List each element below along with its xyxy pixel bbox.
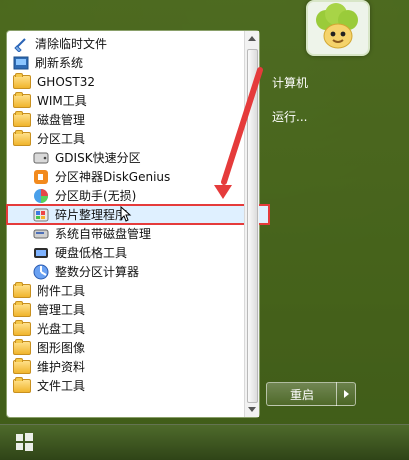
menu-item-label: 文件工具 [37, 379, 86, 393]
menu-item-wim-tools[interactable]: WIM工具 [7, 91, 249, 110]
menu-item-admin-tools[interactable]: 管理工具 [7, 300, 249, 319]
menu-item-low-format[interactable]: 硬盘低格工具 [7, 243, 269, 262]
folder-icon [13, 72, 31, 89]
menu-item-label: 光盘工具 [37, 322, 86, 336]
menu-item-disk-management-folder[interactable]: 磁盘管理 [7, 110, 249, 129]
menu-item-label: 分区助手(无损) [55, 189, 137, 203]
menu-item-graphics[interactable]: 图形图像 [7, 338, 249, 357]
menu-item-partition-assistant[interactable]: 分区助手(无损) [7, 186, 269, 205]
folder-icon [13, 129, 31, 146]
broom-icon [13, 36, 29, 53]
programs-list: 清除临时文件 刷新系统 GHOST32 WIM工具 磁盘管理 分区工具 GDIS… [6, 31, 270, 417]
folder-icon [13, 319, 31, 336]
folder-icon [13, 281, 31, 298]
menu-item-partition-tools[interactable]: 分区工具 [7, 129, 249, 148]
menu-item-label: 图形图像 [37, 341, 86, 355]
user-avatar[interactable] [306, 0, 370, 56]
menu-item-label: 分区工具 [37, 132, 86, 146]
scroll-up-icon[interactable] [248, 36, 256, 41]
right-menu-item-computer[interactable]: 计算机 [272, 74, 308, 91]
menu-item-maintenance-docs[interactable]: 维护资料 [7, 357, 249, 376]
right-menu-label: 运行... [272, 110, 308, 124]
low-format-icon [33, 245, 49, 261]
arrow-right-icon [343, 390, 349, 398]
folder-icon [13, 338, 31, 355]
refresh-icon [13, 55, 29, 71]
menu-item-label: 整数分区计算器 [55, 265, 140, 279]
menu-item-ghost32[interactable]: GHOST32 [7, 72, 249, 91]
menu-item-label: GHOST32 [37, 74, 95, 89]
menu-item-label: 分区神器DiskGenius [55, 170, 171, 184]
scroll-down-icon[interactable] [248, 407, 256, 412]
taskbar [0, 424, 409, 460]
menu-item-cd-tools[interactable]: 光盘工具 [7, 319, 249, 338]
menu-item-label: 清除临时文件 [35, 37, 108, 51]
menu-item-label: 附件工具 [37, 284, 86, 298]
menu-item-gdisk[interactable]: GDISK快速分区 [7, 148, 269, 167]
scrollbar-thumb[interactable] [247, 49, 258, 403]
menu-item-label: 磁盘管理 [37, 113, 86, 127]
diskgenius-icon [33, 169, 49, 185]
menu-item-label: 管理工具 [37, 303, 86, 317]
menu-item-accessories[interactable]: 附件工具 [7, 281, 249, 300]
menu-item-defrag[interactable]: 碎片整理程序 [6, 204, 270, 225]
menu-item-clear-temp[interactable]: 清除临时文件 [7, 34, 249, 53]
calculator-icon [33, 264, 49, 280]
menu-item-label: 碎片整理程序 [55, 208, 128, 222]
right-menu-item-run[interactable]: 运行... [272, 108, 307, 125]
start-menu: 清除临时文件 刷新系统 GHOST32 WIM工具 磁盘管理 分区工具 GDIS… [0, 0, 409, 424]
restart-button[interactable]: 重启 [266, 382, 337, 406]
restart-label: 重启 [289, 387, 314, 402]
folder-icon [13, 91, 31, 108]
menu-item-label: WIM工具 [37, 94, 87, 108]
menu-item-file-tools[interactable]: 文件工具 [7, 376, 249, 395]
folder-icon [13, 110, 31, 127]
programs-scrollbar[interactable] [244, 31, 259, 417]
menu-item-partition-calculator[interactable]: 整数分区计算器 [7, 262, 269, 281]
partition-assistant-icon [33, 188, 49, 204]
menu-item-label: GDISK快速分区 [55, 151, 141, 165]
programs-panel: 清除临时文件 刷新系统 GHOST32 WIM工具 磁盘管理 分区工具 GDIS… [6, 30, 270, 418]
menu-item-label: 硬盘低格工具 [55, 246, 128, 260]
avatar-illustration-icon [308, 2, 368, 54]
menu-item-diskgenius[interactable]: 分区神器DiskGenius [7, 167, 269, 186]
mouse-pointer-icon [119, 205, 135, 222]
menu-item-refresh-system[interactable]: 刷新系统 [7, 53, 249, 72]
disk-icon [33, 150, 49, 166]
folder-icon [13, 300, 31, 317]
menu-item-label: 维护资料 [37, 360, 86, 374]
menu-item-label: 系统自带磁盘管理 [55, 227, 152, 241]
menu-item-label: 刷新系统 [35, 56, 84, 70]
disk-management-icon [33, 226, 49, 242]
windows-logo-icon[interactable] [6, 429, 42, 457]
menu-item-system-disk-management[interactable]: 系统自带磁盘管理 [7, 224, 269, 243]
restart-options-button[interactable] [336, 382, 356, 406]
folder-icon [13, 376, 31, 393]
folder-icon [13, 357, 31, 374]
defrag-icon [33, 207, 49, 223]
right-menu-label: 计算机 [272, 76, 309, 90]
